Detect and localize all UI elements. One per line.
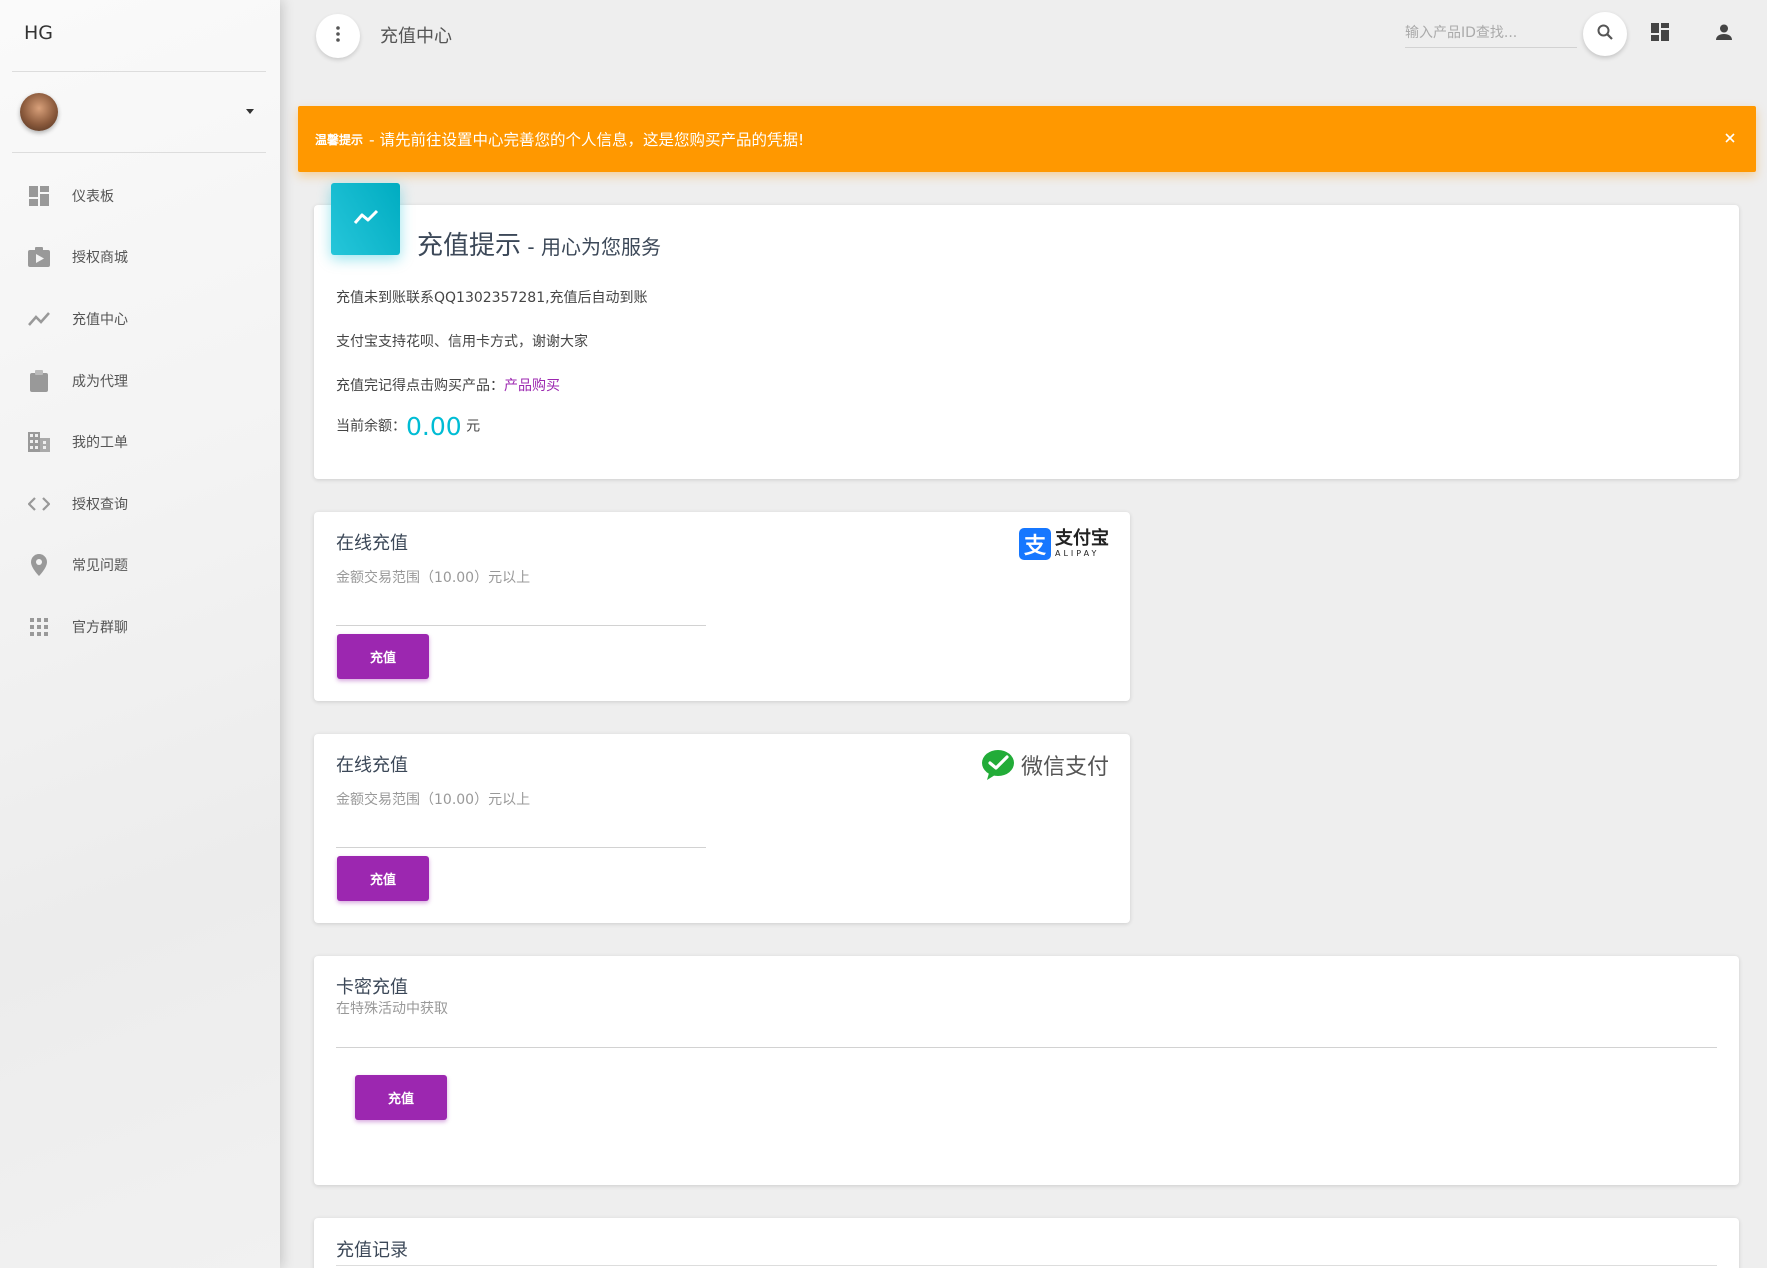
alipay-logo: 支 支付宝 ALIPAY	[1019, 528, 1109, 560]
sidebar-item-recharge[interactable]: 充值中心	[0, 288, 280, 350]
card-key-input[interactable]	[336, 1020, 1717, 1048]
balance-row: 当前余额：0.00 元	[336, 412, 480, 441]
sidebar: HG 仪表板 授权商城 充值中心 成为代理 我的工单 授权查询 常见问题 官方群…	[0, 0, 280, 1268]
sidebar-item-group-chat[interactable]: 官方群聊	[0, 596, 280, 658]
tip-line-3: 充值完记得点击购买产品：产品购买	[336, 375, 560, 395]
trending-up-icon	[353, 209, 379, 229]
amount-input[interactable]	[336, 598, 706, 626]
sidebar-item-label: 官方群聊	[72, 619, 128, 636]
caret-down-icon[interactable]	[246, 109, 254, 114]
search-button[interactable]	[1583, 12, 1627, 56]
video-library-icon	[27, 245, 51, 269]
apps-grid-icon	[27, 615, 51, 639]
page-title: 充值中心	[380, 26, 452, 47]
more-menu-button[interactable]	[316, 14, 360, 58]
card-title: 充值记录	[336, 1240, 408, 1261]
card-secret-recharge-button[interactable]: 充值	[355, 1075, 447, 1120]
wechat-pay-icon	[981, 749, 1015, 781]
balance-unit: 元	[466, 418, 481, 435]
alipay-icon: 支	[1019, 528, 1051, 560]
card-subtitle: 金额交易范围（10.00）元以上	[336, 792, 531, 808]
wechat-recharge-card: 在线充值 金额交易范围（10.00）元以上 充值 微信支付	[314, 734, 1130, 923]
dashboard-button[interactable]	[1648, 22, 1672, 46]
buy-product-link[interactable]: 产品购买	[504, 378, 560, 394]
tip-title-main: 充值提示	[417, 231, 522, 261]
tip-line-2: 支付宝支持花呗、信用卡方式，谢谢大家	[336, 334, 588, 350]
more-vert-icon	[336, 26, 340, 46]
location-pin-icon	[27, 553, 51, 577]
tip-title-sub: - 用心为您服务	[521, 235, 661, 259]
sidebar-item-auth-query[interactable]: 授权查询	[0, 473, 280, 535]
tip-line-1: 充值未到账联系QQ1302357281,充值后自动到账	[336, 290, 648, 306]
alipay-wordmark: 支付宝 ALIPAY	[1055, 530, 1109, 558]
sidebar-item-label: 授权商城	[72, 250, 128, 267]
balance-value: 0.00	[406, 412, 462, 441]
card-secret-recharge-card: 卡密充值 在特殊活动中获取 充值	[314, 956, 1739, 1185]
alert-message: - 请先前往设置中心完善您的个人信息，这是您购买产品的凭据!	[369, 131, 805, 149]
sidebar-item-label: 成为代理	[72, 373, 128, 390]
close-icon[interactable]	[1722, 130, 1738, 146]
alipay-cn: 支付宝	[1055, 528, 1109, 549]
sidebar-divider	[12, 71, 266, 72]
building-icon	[27, 430, 51, 454]
card-header-icon	[331, 183, 400, 255]
balance-label: 当前余额：	[336, 418, 406, 435]
avatar[interactable]	[20, 93, 58, 131]
card-title: 卡密充值	[336, 977, 408, 998]
sidebar-item-label: 仪表板	[72, 188, 114, 205]
sidebar-item-label: 授权查询	[72, 496, 128, 513]
sidebar-item-tickets[interactable]: 我的工单	[0, 411, 280, 473]
search-input[interactable]	[1405, 18, 1577, 48]
wechat-pay-text: 微信支付	[1020, 755, 1109, 780]
search-icon	[1597, 24, 1613, 44]
sidebar-item-label: 我的工单	[72, 435, 128, 452]
tip-line-3-prefix: 充值完记得点击购买产品：	[336, 378, 504, 394]
wechat-pay-logo: 微信支付	[981, 749, 1109, 781]
alipay-en: ALIPAY	[1055, 549, 1100, 558]
amount-input[interactable]	[336, 820, 706, 848]
brand-logo[interactable]: HG	[24, 22, 53, 44]
card-title: 在线充值	[336, 755, 408, 776]
clipboard-icon	[27, 369, 51, 393]
sidebar-item-faq[interactable]: 常见问题	[0, 535, 280, 597]
alipay-recharge-card: 在线充值 金额交易范围（10.00）元以上 充值 支 支付宝 ALIPAY	[314, 512, 1130, 701]
sidebar-nav: 仪表板 授权商城 充值中心 成为代理 我的工单 授权查询 常见问题 官方群聊	[0, 165, 280, 658]
sidebar-divider	[12, 152, 266, 153]
card-subtitle: 金额交易范围（10.00）元以上	[336, 570, 531, 586]
card-title: 在线充值	[336, 533, 408, 554]
user-menu[interactable]	[20, 93, 260, 135]
person-icon	[1716, 24, 1732, 44]
dashboard-icon	[1651, 23, 1669, 45]
wechat-recharge-button[interactable]: 充值	[337, 856, 429, 901]
code-icon	[27, 492, 51, 516]
recharge-records-card: 充值记录	[314, 1218, 1739, 1268]
alert-strong: 温馨提示	[315, 132, 364, 147]
sidebar-item-agent[interactable]: 成为代理	[0, 350, 280, 412]
trending-icon	[27, 307, 51, 331]
tip-card-title: 充值提示 - 用心为您服务	[417, 225, 661, 262]
sidebar-item-dashboard[interactable]: 仪表板	[0, 165, 280, 227]
warning-alert: 温馨提示 - 请先前往设置中心完善您的个人信息，这是您购买产品的凭据!	[298, 106, 1756, 172]
sidebar-item-label: 充值中心	[72, 311, 128, 328]
sidebar-item-label: 常见问题	[72, 558, 128, 575]
divider	[336, 1265, 1717, 1266]
card-subtitle: 在特殊活动中获取	[336, 1001, 448, 1017]
top-navbar: 充值中心	[280, 0, 1767, 70]
alipay-recharge-button[interactable]: 充值	[337, 634, 429, 679]
dashboard-icon	[27, 184, 51, 208]
user-button[interactable]	[1712, 22, 1736, 46]
sidebar-item-store[interactable]: 授权商城	[0, 227, 280, 289]
